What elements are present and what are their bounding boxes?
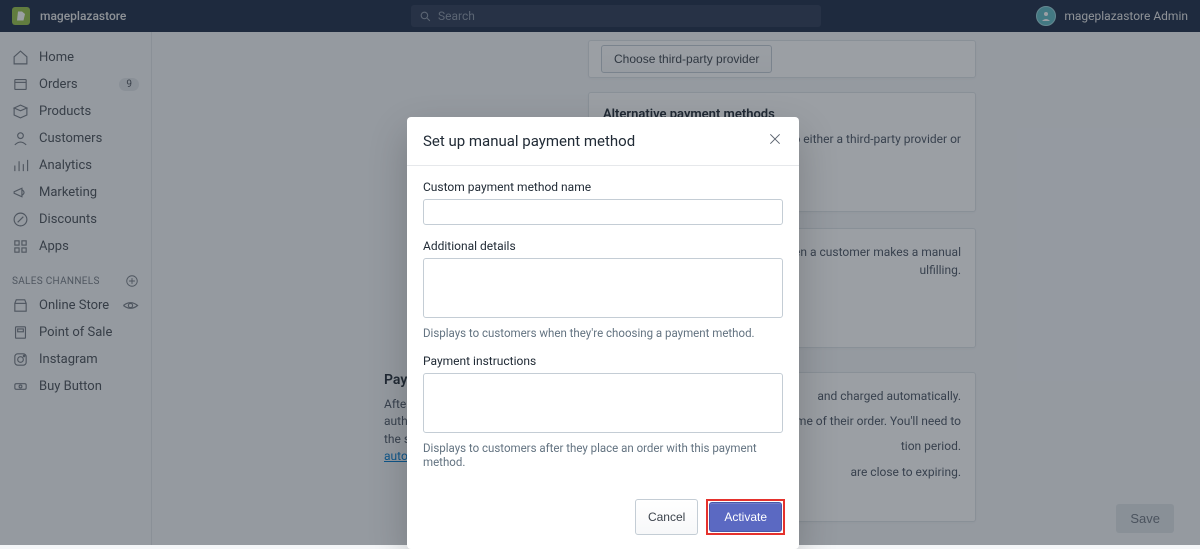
payment-instructions-input[interactable] — [423, 373, 783, 433]
close-icon — [767, 131, 783, 147]
modal-header: Set up manual payment method — [407, 117, 799, 166]
cancel-button[interactable]: Cancel — [635, 499, 698, 535]
modal-footer: Cancel Activate — [407, 487, 799, 549]
manual-payment-modal: Set up manual payment method Custom paym… — [407, 117, 799, 549]
additional-details-input[interactable] — [423, 258, 783, 318]
details-help: Displays to customers when they're choos… — [423, 326, 783, 340]
activate-highlight: Activate — [706, 499, 785, 535]
details-label: Additional details — [423, 239, 783, 253]
modal-title: Set up manual payment method — [423, 132, 635, 150]
instructions-help: Displays to customers after they place a… — [423, 441, 783, 469]
modal-body: Custom payment method name Additional de… — [407, 166, 799, 487]
name-label: Custom payment method name — [423, 180, 783, 194]
activate-button[interactable]: Activate — [709, 502, 782, 532]
custom-name-input[interactable] — [423, 199, 783, 225]
instructions-label: Payment instructions — [423, 354, 783, 368]
close-button[interactable] — [767, 131, 783, 151]
